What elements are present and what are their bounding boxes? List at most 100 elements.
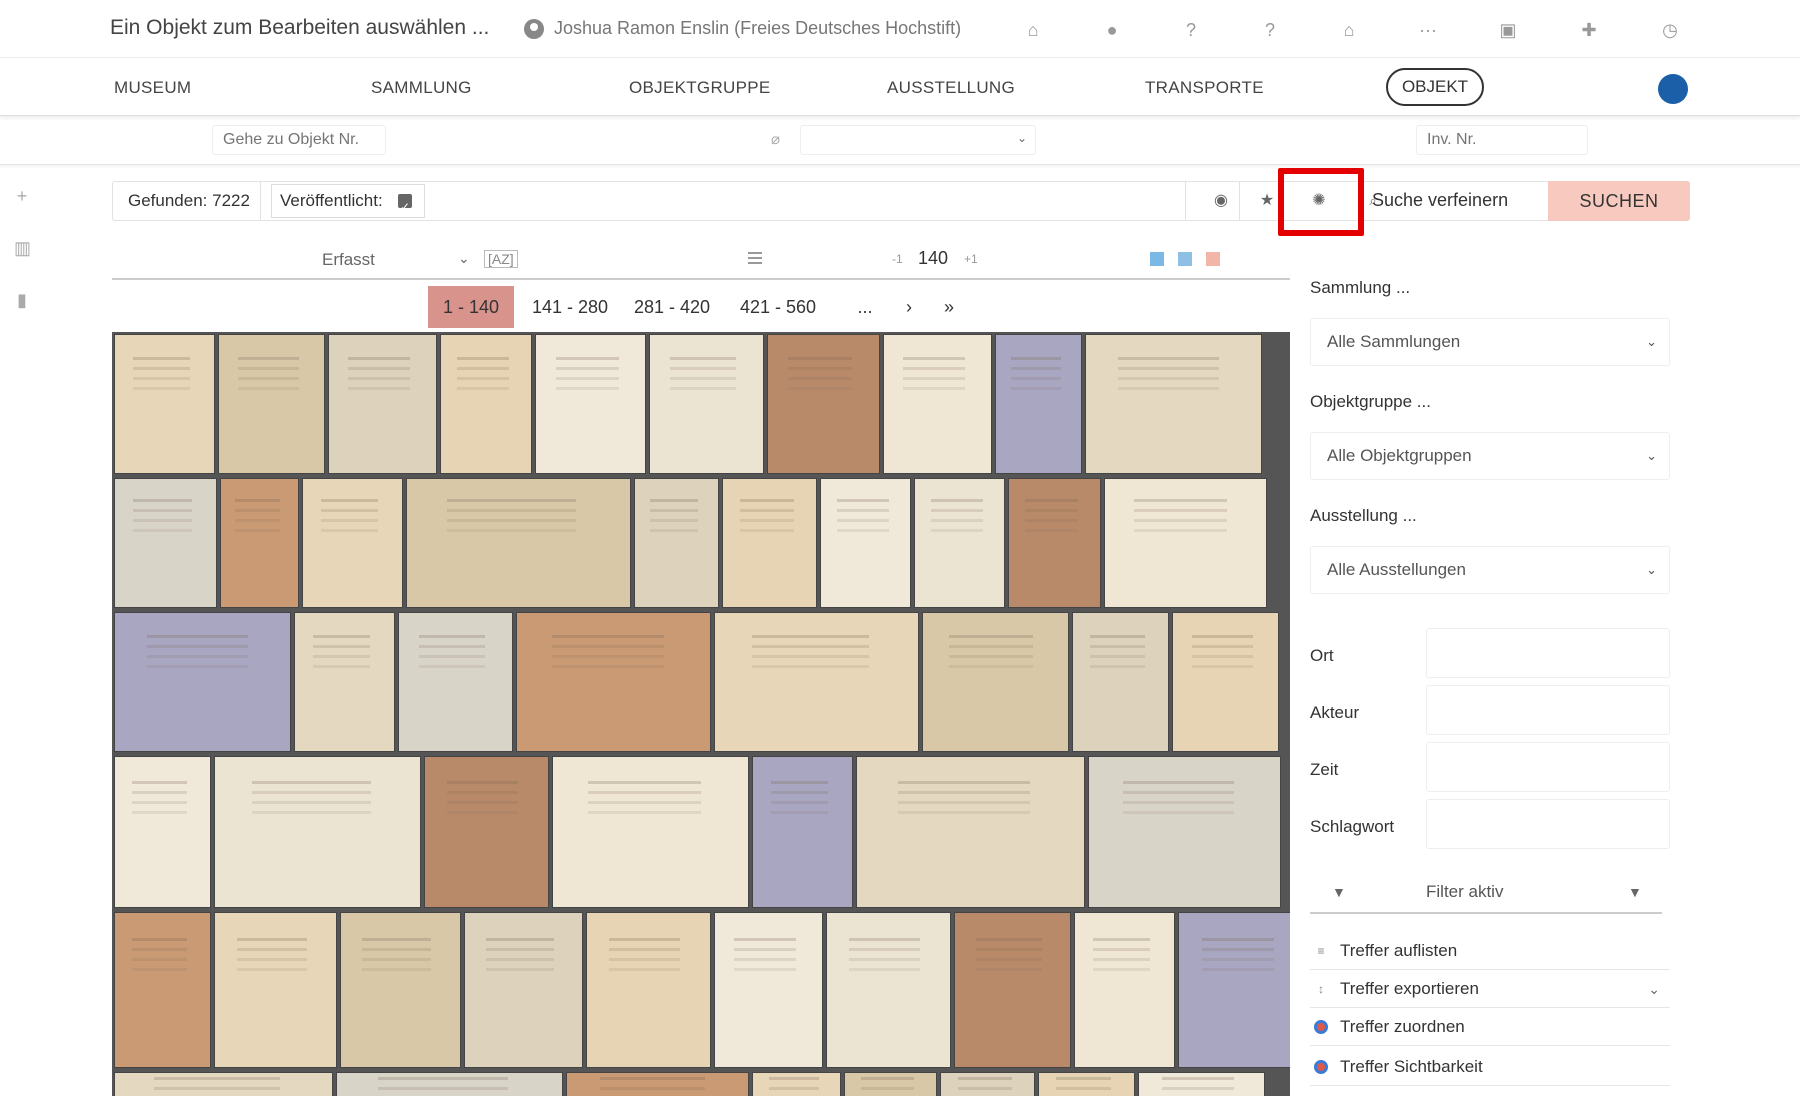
object-thumbnail[interactable] [914,478,1005,608]
visibility-hits-action[interactable]: Treffer Sichtbarkeit [1310,1050,1670,1086]
map-icon[interactable]: ▥ [14,239,31,257]
export-hits-action[interactable]: ↕ Treffer exportieren ⌄ [1310,972,1670,1008]
object-thumbnail[interactable] [1178,912,1290,1068]
list-hits-action[interactable]: ≡ Treffer auflisten [1310,934,1670,970]
nav-transporte[interactable]: TRANSPORTE [1145,78,1264,98]
nav-sammlung[interactable]: SAMMLUNG [371,78,472,98]
puzzle-icon[interactable]: ✚ [1577,18,1601,42]
clear-filter-icon[interactable]: ▼ [1628,884,1642,900]
view-tiles-icon[interactable] [1178,252,1192,266]
goto-object-input[interactable] [212,125,386,155]
object-thumbnail[interactable] [586,912,711,1068]
object-thumbnail[interactable] [114,612,291,752]
akteur-input[interactable] [1426,685,1670,735]
page-button[interactable]: 421 - 560 [730,286,826,328]
add-icon[interactable]: + [14,187,30,205]
object-thumbnail[interactable] [1072,612,1169,752]
help-circle-icon[interactable]: ? [1258,18,1282,42]
object-thumbnail[interactable] [114,1072,333,1096]
sort-field-select[interactable]: Erfasst [322,250,375,270]
page-button[interactable]: 141 - 280 [522,286,618,328]
zeit-input[interactable] [1426,742,1670,792]
object-thumbnail[interactable] [464,912,583,1068]
object-thumbnail[interactable] [844,1072,937,1096]
object-thumbnail[interactable] [1038,1072,1135,1096]
object-thumbnail[interactable] [722,478,817,608]
per-page-increase[interactable]: +1 [964,252,978,266]
published-filter[interactable]: Veröffentlicht: [271,184,425,223]
object-thumbnail[interactable] [883,334,992,474]
clock-icon[interactable]: ◷ [1658,18,1682,42]
object-thumbnail[interactable] [826,912,951,1068]
object-thumbnail[interactable] [752,756,853,908]
object-thumbnail[interactable] [940,1072,1035,1096]
object-thumbnail[interactable] [218,334,325,474]
ausstellung-select[interactable]: Alle Ausstellungen ⌄ [1310,546,1670,594]
object-thumbnail[interactable] [424,756,549,908]
object-thumbnail[interactable] [535,334,646,474]
nav-objektgruppe[interactable]: OBJEKTGRUPPE [629,78,771,98]
more-icon[interactable]: ··· [1416,18,1440,42]
per-page-decrease[interactable]: -1 [892,252,903,266]
object-thumbnail[interactable] [406,478,631,608]
object-thumbnail[interactable] [114,334,215,474]
object-thumbnail[interactable] [516,612,711,752]
object-thumbnail[interactable] [954,912,1071,1068]
object-thumbnail[interactable] [714,912,823,1068]
object-thumbnail[interactable] [995,334,1082,474]
object-thumbnail[interactable] [1074,912,1175,1068]
object-thumbnail[interactable] [1138,1072,1265,1096]
object-thumbnail[interactable] [714,612,919,752]
object-thumbnail[interactable] [552,756,749,908]
ort-input[interactable] [1426,628,1670,678]
filter-select[interactable]: ⌄ [800,125,1036,155]
bookmark-icon[interactable]: ▮ [14,291,30,309]
eye-icon[interactable]: ◉ [1211,191,1231,211]
last-page-button[interactable]: » [934,286,964,328]
view-list-icon[interactable] [1206,252,1220,266]
object-thumbnail[interactable] [114,756,211,908]
object-thumbnail[interactable] [922,612,1069,752]
page-button[interactable]: 281 - 420 [624,286,720,328]
nav-ausstellung[interactable]: AUSSTELLUNG [887,78,1015,98]
inv-nr-input[interactable] [1416,125,1588,155]
object-thumbnail[interactable] [328,334,437,474]
object-thumbnail[interactable] [1008,478,1101,608]
object-thumbnail[interactable] [767,334,880,474]
star-icon[interactable]: ★ [1257,191,1277,211]
sammlung-select[interactable]: Alle Sammlungen ⌄ [1310,318,1670,366]
home-icon[interactable]: ⌂ [1021,18,1045,42]
object-thumbnail[interactable] [1085,334,1262,474]
object-thumbnail[interactable] [752,1072,841,1096]
object-thumbnail[interactable] [820,478,911,608]
object-thumbnail[interactable] [649,334,764,474]
object-thumbnail[interactable] [294,612,395,752]
chart-icon[interactable]: ▣ [1496,18,1520,42]
schlagwort-input[interactable] [1426,799,1670,849]
clear-icon[interactable]: ⌀ [771,130,780,148]
institution-icon[interactable]: ⌂ [1337,18,1361,42]
list-view-icon[interactable] [748,252,762,264]
object-thumbnail[interactable] [1088,756,1281,908]
object-thumbnail[interactable] [302,478,403,608]
objektgruppe-select[interactable]: Alle Objektgruppen ⌄ [1310,432,1670,480]
filter-toggle[interactable]: ▼ Filter aktiv ▼ [1310,874,1662,914]
object-thumbnail[interactable] [214,912,337,1068]
refine-search-button[interactable]: Suche verfeinern [1372,181,1508,219]
object-thumbnail[interactable] [336,1072,563,1096]
object-thumbnail[interactable] [114,478,217,608]
sort-az-toggle[interactable]: [AZ] [484,250,518,268]
object-thumbnail[interactable] [566,1072,749,1096]
object-thumbnail[interactable] [340,912,461,1068]
object-thumbnail[interactable] [220,478,299,608]
view-grid-icon[interactable] [1150,252,1164,266]
search-button[interactable]: SUCHEN [1548,181,1690,221]
published-checkbox[interactable] [398,191,412,223]
object-thumbnail[interactable] [1104,478,1267,608]
object-thumbnail[interactable] [398,612,513,752]
object-thumbnail[interactable] [634,478,719,608]
help-icon[interactable]: ? [1179,18,1203,42]
status-dot[interactable] [1658,74,1688,104]
bell-icon[interactable]: ● [1100,18,1124,42]
assign-hits-action[interactable]: Treffer zuordnen [1310,1010,1670,1046]
